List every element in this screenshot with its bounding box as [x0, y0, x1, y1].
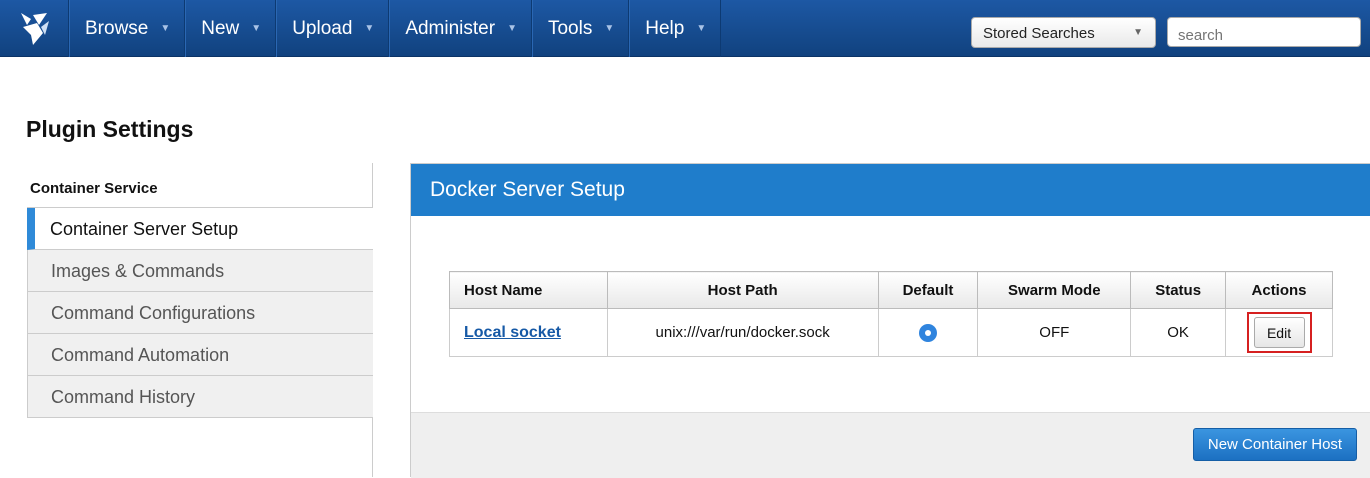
table-header-row: Host Name Host Path Default Swarm Mode S…: [449, 271, 1333, 309]
column-header: Actions: [1225, 271, 1333, 309]
sidebar-item-label: Command Automation: [51, 345, 230, 365]
caret-down-icon: ▼: [507, 23, 517, 34]
edit-button[interactable]: Edit: [1253, 317, 1305, 348]
actions-cell: Edit: [1225, 308, 1333, 357]
host-name-cell: Local socket: [449, 308, 608, 357]
nav-label: Upload: [292, 17, 353, 39]
sidebar-item-command-configurations[interactable]: Command Configurations: [27, 292, 373, 334]
default-radio[interactable]: [918, 323, 937, 342]
hosts-table: Host Name Host Path Default Swarm Mode S…: [449, 271, 1333, 357]
column-header: Host Name: [449, 271, 608, 309]
caret-down-icon: ▼: [696, 23, 707, 34]
caret-down-icon: ▼: [364, 23, 375, 34]
nav-help[interactable]: Help ▼: [629, 0, 722, 57]
top-navbar: Browse ▼ New ▼ Upload ▼ Administer ▼ Tools ▼ …: [0, 0, 1370, 57]
sidebar-item-label: Container Server Setup: [50, 219, 239, 239]
panel-title: Docker Server Setup: [411, 164, 1370, 216]
column-header: Default: [877, 271, 979, 309]
chevron-down-icon: ▼: [1133, 27, 1143, 38]
host-name-link[interactable]: Local socket: [464, 324, 561, 341]
nav-label: Help: [645, 17, 685, 39]
nav-label: New: [201, 17, 240, 39]
column-header: Host Path: [606, 271, 879, 309]
nav-new[interactable]: New ▼: [185, 0, 277, 57]
search-input[interactable]: [1167, 17, 1361, 47]
status-cell: OK: [1130, 308, 1227, 357]
nav-label: Tools: [547, 17, 593, 39]
main-nav: Browse ▼ New ▼ Upload ▼ Administer ▼ Tools ▼ …: [69, 0, 722, 57]
caret-down-icon: ▼: [160, 23, 171, 34]
app-logo-icon[interactable]: [0, 0, 69, 57]
sidebar-item-label: Command Configurations: [51, 303, 256, 323]
host-path-cell: unix:///var/run/docker.sock: [606, 308, 879, 357]
sidebar-item-command-history[interactable]: Command History: [27, 376, 373, 418]
column-header: Swarm Mode: [977, 271, 1132, 309]
swarm-mode-cell: OFF: [977, 308, 1132, 357]
sidebar-item-container-server-setup[interactable]: Container Server Setup: [27, 208, 373, 250]
nav-tools[interactable]: Tools ▼: [531, 0, 630, 57]
nav-upload[interactable]: Upload ▼: [276, 0, 390, 57]
sidebar-item-images-commands[interactable]: Images & Commands: [27, 250, 373, 292]
stored-searches-label: Stored Searches: [983, 25, 1095, 42]
caret-down-icon: ▼: [604, 23, 615, 34]
docker-server-panel: Docker Server Setup Host Name Host Path …: [410, 163, 1370, 478]
default-cell: [877, 308, 979, 357]
panel-footer: New Container Host: [411, 412, 1370, 478]
sidebar-heading: Container Service: [27, 163, 373, 208]
sidebar-item-command-automation[interactable]: Command Automation: [27, 334, 373, 376]
sidebar-item-label: Command History: [51, 387, 196, 407]
sidebar: Container Service Container Server Setup…: [27, 163, 373, 477]
nav-administer[interactable]: Administer ▼: [389, 0, 532, 57]
column-header: Status: [1130, 271, 1227, 309]
table-row: Local socket unix:///var/run/docker.sock…: [449, 308, 1333, 357]
page-title: Plugin Settings: [26, 116, 194, 142]
new-container-host-button[interactable]: New Container Host: [1193, 428, 1357, 461]
edit-highlight-box: Edit: [1246, 312, 1312, 353]
nav-browse[interactable]: Browse ▼: [69, 0, 186, 57]
caret-down-icon: ▼: [251, 23, 262, 34]
stored-searches-select[interactable]: Stored Searches ▼: [971, 17, 1156, 48]
nav-label: Browse: [85, 17, 149, 39]
sidebar-item-label: Images & Commands: [51, 261, 225, 281]
nav-label: Administer: [405, 17, 496, 39]
